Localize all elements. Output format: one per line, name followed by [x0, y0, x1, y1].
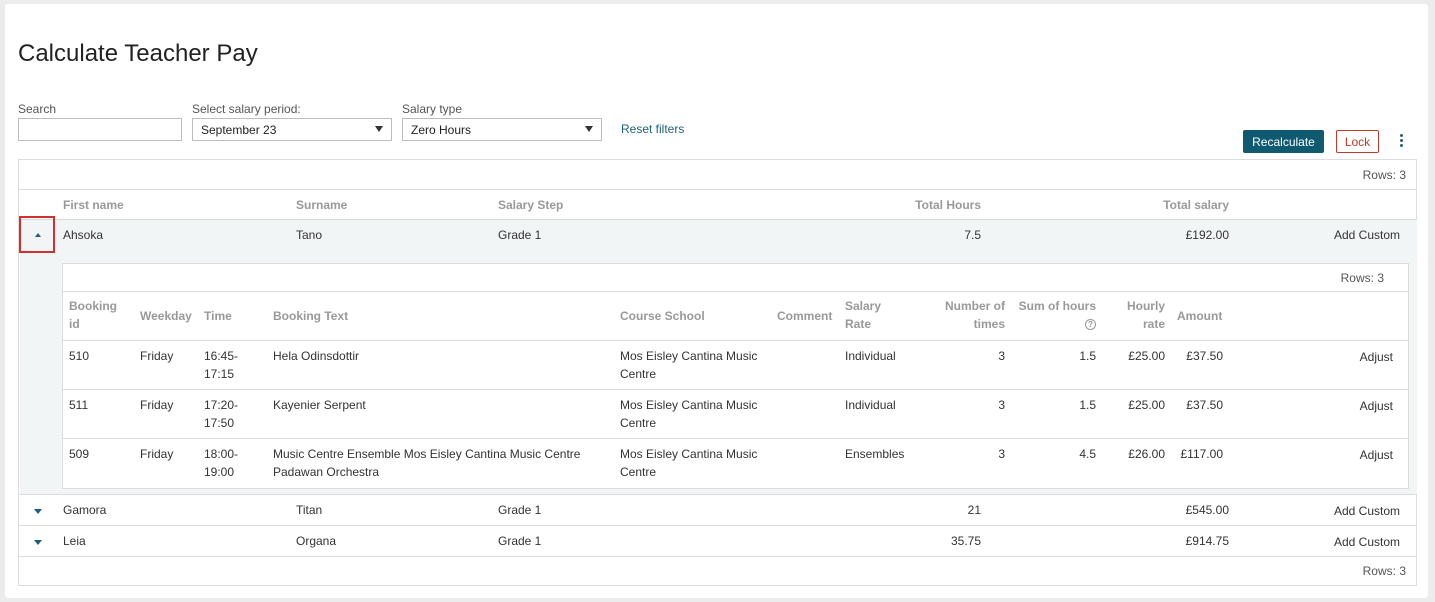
- time-cell: 16:45- 17:15: [204, 349, 239, 381]
- header-total-hours: Total Hours: [915, 198, 981, 212]
- salary-period-value: September 23: [201, 123, 277, 137]
- adjust-link[interactable]: Adjust: [1333, 348, 1393, 366]
- expand-row-icon[interactable]: [31, 535, 45, 549]
- salary-type-label: Salary type: [402, 102, 463, 116]
- surname-cell: Tano: [296, 228, 323, 242]
- number-of-times-cell: 3: [998, 398, 1005, 412]
- help-icon[interactable]: ?: [1085, 319, 1096, 331]
- first-name-link[interactable]: Ahsoka: [63, 226, 103, 244]
- add-custom-link[interactable]: Add Custom: [1299, 533, 1400, 551]
- booking-detail-table: Rows: 3 Booking id Weekday Time Booking T…: [62, 263, 1409, 489]
- expand-row-icon[interactable]: [31, 504, 45, 518]
- booking-text-cell: Music Centre Ensemble Mos Eisley Cantina…: [273, 447, 581, 479]
- add-custom-link[interactable]: Add Custom: [1299, 226, 1400, 244]
- salary-period-select[interactable]: September 23: [192, 118, 392, 141]
- header-first-name: First name: [63, 198, 124, 212]
- header-comment: Comment: [777, 309, 833, 323]
- header-total-salary: Total salary: [1163, 198, 1229, 212]
- total-hours-cell: 7.5: [964, 228, 981, 242]
- total-hours-cell: 21: [967, 503, 981, 517]
- weekday-cell: Friday: [140, 398, 174, 412]
- reset-filters-link[interactable]: Reset filters: [621, 122, 684, 136]
- booking-id-link[interactable]: 511: [69, 396, 88, 414]
- number-of-times-cell: 3: [998, 349, 1005, 363]
- weekday-cell: Friday: [140, 349, 174, 363]
- header-booking-id: Booking id: [69, 299, 117, 331]
- course-school-cell: Mos Eisley Cantina Music Centre: [620, 398, 758, 430]
- header-booking-text: Booking Text: [273, 309, 349, 323]
- header-salary-rate: Salary Rate: [845, 299, 882, 331]
- total-salary-cell: £192.00: [1185, 228, 1229, 242]
- hourly-rate-cell: £26.00: [1128, 447, 1165, 461]
- time-cell: 18:00- 19:00: [204, 447, 239, 479]
- total-salary-cell: £545.00: [1185, 503, 1229, 517]
- first-name-link[interactable]: Leia: [63, 532, 86, 550]
- add-custom-link[interactable]: Add Custom: [1299, 502, 1400, 520]
- search-label: Search: [18, 102, 57, 116]
- header-course-school: Course School: [620, 309, 705, 323]
- header-surname: Surname: [296, 198, 348, 212]
- adjust-link[interactable]: Adjust: [1333, 397, 1393, 415]
- salary-type-value: Zero Hours: [411, 123, 472, 137]
- salary-rate-cell: Individual: [845, 349, 896, 363]
- header-number-of-times: Number of times: [945, 299, 1005, 331]
- amount-cell: £117.00: [1180, 447, 1224, 461]
- salary-rate-cell: Ensembles: [845, 447, 905, 461]
- booking-text-cell: Kayenier Serpent: [273, 398, 366, 412]
- search-input[interactable]: [18, 118, 182, 141]
- adjust-link[interactable]: Adjust: [1333, 446, 1393, 464]
- time-cell: 17:20- 17:50: [204, 398, 239, 430]
- rows-count-top: Rows: 3: [1362, 168, 1406, 182]
- sum-of-hours-cell: 1.5: [1079, 398, 1096, 412]
- header-hourly-rate: Hourly rate: [1126, 299, 1165, 331]
- salary-step-cell: Grade 1: [498, 228, 542, 242]
- amount-cell: £37.50: [1186, 398, 1223, 412]
- hourly-rate-cell: £25.00: [1128, 398, 1165, 412]
- kebab-menu-icon[interactable]: [1396, 134, 1406, 150]
- booking-text-cell: Hela Odinsdottir: [273, 349, 360, 363]
- amount-cell: £37.50: [1186, 349, 1223, 363]
- header-amount: Amount: [1177, 309, 1223, 323]
- page-title: Calculate Teacher Pay: [18, 40, 258, 67]
- number-of-times-cell: 3: [998, 447, 1005, 461]
- header-weekday: Weekday: [140, 309, 192, 323]
- course-school-cell: Mos Eisley Cantina Music Centre: [620, 349, 758, 381]
- weekday-cell: Friday: [140, 447, 174, 461]
- surname-cell: Organa: [296, 534, 337, 548]
- sum-of-hours-cell: 4.5: [1079, 447, 1096, 461]
- dropdown-arrow-icon: [375, 126, 383, 132]
- header-time: Time: [204, 309, 232, 323]
- dropdown-arrow-icon: [585, 126, 593, 132]
- total-hours-cell: 35.75: [950, 534, 981, 548]
- hourly-rate-cell: £25.00: [1128, 349, 1165, 363]
- salary-type-select[interactable]: Zero Hours: [402, 118, 602, 141]
- highlight-box: [19, 216, 55, 253]
- salary-period-label: Select salary period:: [192, 102, 301, 116]
- detail-rows-count: Rows: 3: [1340, 271, 1384, 285]
- salary-rate-cell: Individual: [845, 398, 896, 412]
- header-salary-step: Salary Step: [498, 198, 564, 212]
- total-salary-cell: £914.75: [1185, 534, 1229, 548]
- booking-id-link[interactable]: 509: [69, 445, 89, 463]
- recalculate-button[interactable]: Recalculate: [1243, 130, 1324, 153]
- surname-cell: Titan: [296, 503, 323, 517]
- sum-of-hours-cell: 1.5: [1079, 349, 1096, 363]
- booking-id-link[interactable]: 510: [69, 347, 89, 365]
- rows-count-bottom: Rows: 3: [1362, 564, 1406, 578]
- lock-button[interactable]: Lock: [1336, 130, 1379, 153]
- salary-step-cell: Grade 1: [498, 503, 542, 517]
- salary-step-cell: Grade 1: [498, 534, 542, 548]
- header-sum-of-hours: Sum of hours?: [1018, 299, 1096, 331]
- first-name-link[interactable]: Gamora: [63, 501, 106, 519]
- course-school-cell: Mos Eisley Cantina Music Centre: [620, 447, 758, 479]
